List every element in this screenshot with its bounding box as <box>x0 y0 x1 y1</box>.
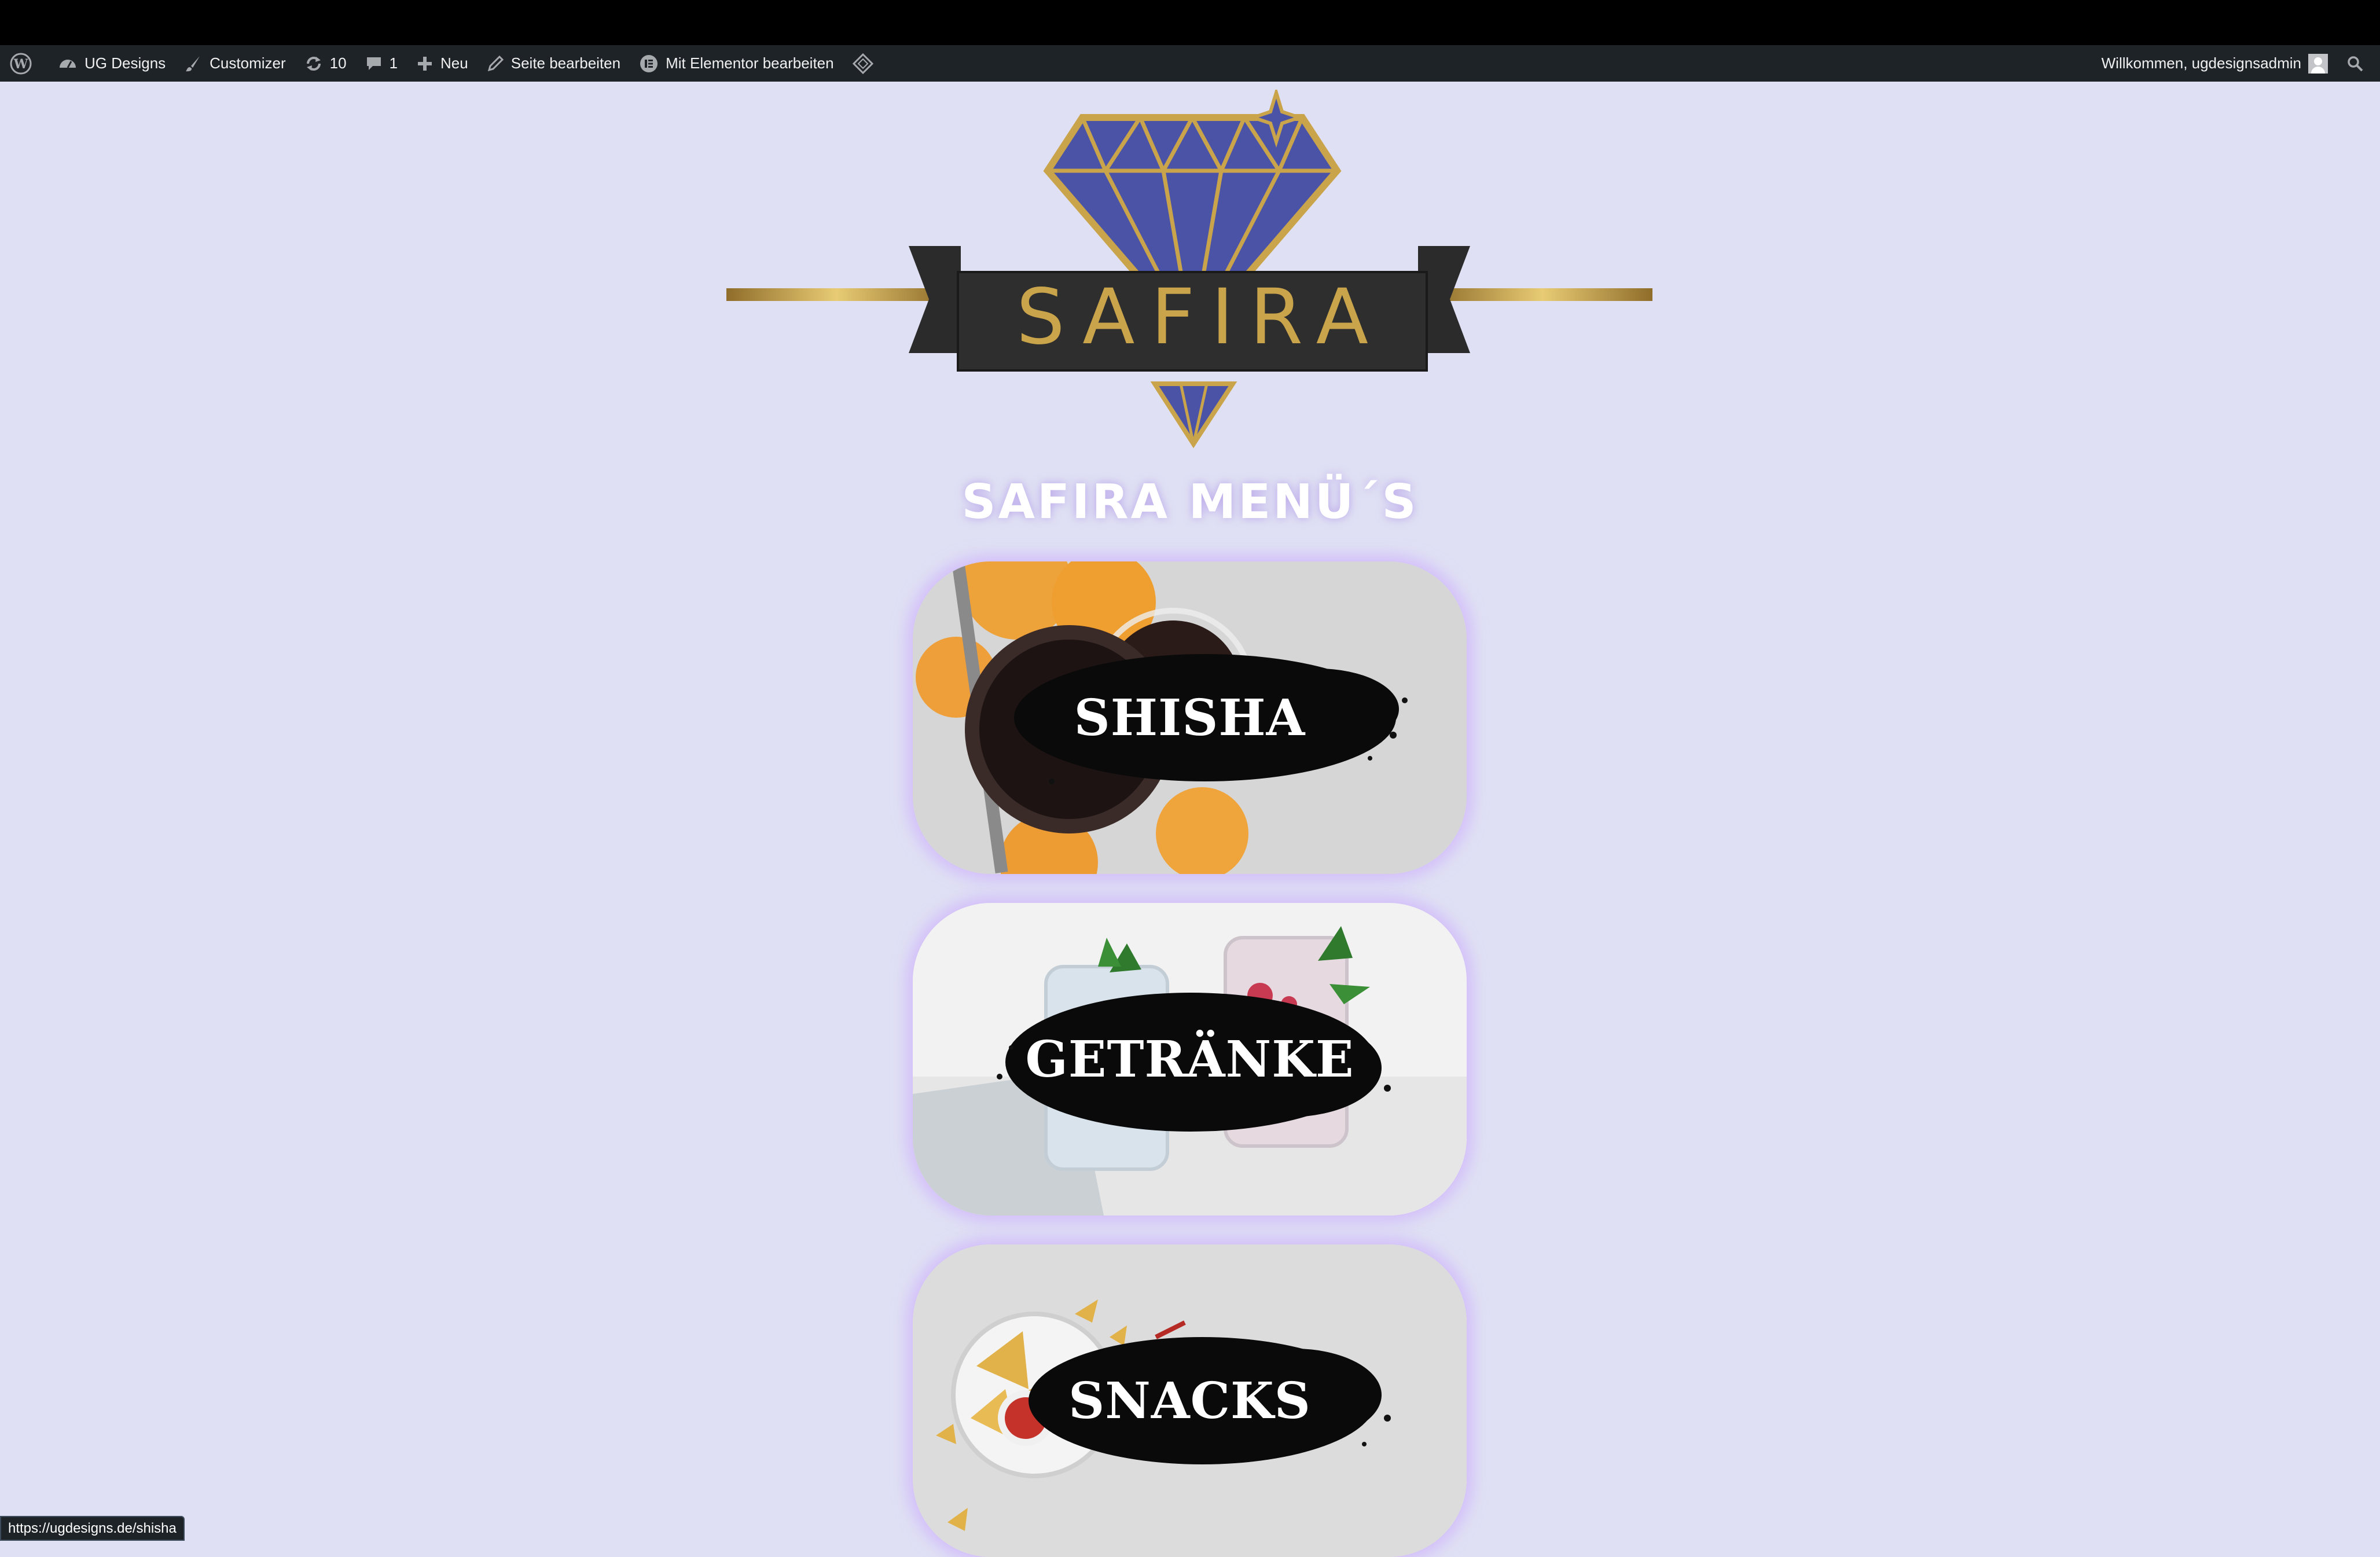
updates-count: 10 <box>329 54 347 72</box>
site-name-label: UG Designs <box>85 54 166 72</box>
dashboard-icon <box>60 59 76 68</box>
new-content-menu[interactable]: Neu <box>407 45 478 82</box>
menu-card-snacks[interactable]: SNACKS <box>913 1244 1467 1557</box>
pencil-icon <box>487 55 504 71</box>
account-menu[interactable]: Willkommen, ugdesignsadmin <box>2092 45 2337 82</box>
wordpress-icon: W <box>10 53 32 74</box>
new-label: Neu <box>440 54 468 72</box>
updates-icon <box>306 56 321 71</box>
menu-card-label: SNACKS <box>1068 1371 1311 1430</box>
plugin-menu[interactable] <box>843 45 890 82</box>
svg-text:W: W <box>13 57 28 72</box>
menu-card-label: GETRÄNKE <box>1025 1030 1354 1089</box>
updates-link[interactable]: 10 <box>295 45 356 82</box>
site-name-menu[interactable]: UG Designs <box>49 45 175 82</box>
comment-icon <box>366 57 381 70</box>
edit-page-link[interactable]: Seite bearbeiten <box>478 45 630 82</box>
menu-card-getraenke[interactable]: GETRÄNKE <box>913 903 1467 1216</box>
elementor-edit-label: Mit Elementor bearbeiten <box>666 54 834 72</box>
comments-link[interactable]: 1 <box>356 45 407 82</box>
customizer-label: Customizer <box>210 54 286 72</box>
wordpress-logo-menu[interactable]: W <box>0 45 49 82</box>
customizer-link[interactable]: Customizer <box>175 45 295 82</box>
link-status-bar: https://ugdesigns.de/shisha <box>0 1516 185 1541</box>
plus-icon <box>418 56 432 71</box>
diamond-icon <box>852 53 873 74</box>
logo-wordmark: SAFIRA <box>1016 273 1385 362</box>
brush-icon <box>186 56 200 71</box>
safira-logo <box>726 90 1652 449</box>
elementor-edit-link[interactable]: Mit Elementor bearbeiten <box>630 45 843 82</box>
comments-count: 1 <box>389 54 398 72</box>
avatar <box>2308 53 2328 74</box>
elementor-icon <box>640 54 658 72</box>
menu-card-shisha[interactable]: SHISHA <box>913 561 1467 874</box>
search-icon <box>2348 56 2363 71</box>
wp-admin-bar: W UG Designs Customizer 10 1 Neu Seite b… <box>0 45 2380 82</box>
edit-page-label: Seite bearbeiten <box>510 54 621 72</box>
menu-card-label: SHISHA <box>1074 688 1306 747</box>
welcome-label: Willkommen, ugdesignsadmin <box>2101 54 2301 72</box>
search-toggle[interactable] <box>2337 45 2380 82</box>
page-title: SAFIRA MENÜ´S <box>961 475 1419 530</box>
browser-top-bar <box>0 0 2380 45</box>
